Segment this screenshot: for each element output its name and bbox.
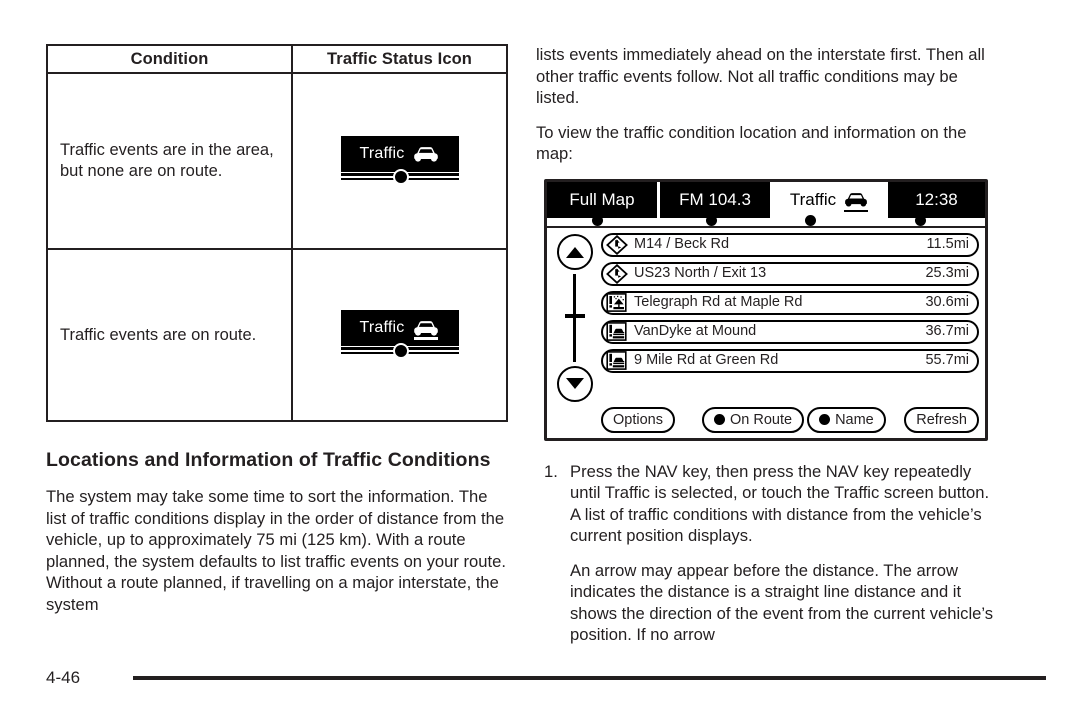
traffic-badge-label: Traffic: [359, 318, 405, 336]
vehicle-position-dot: [392, 342, 409, 359]
right-body-paragraph-1: lists events immediately ahead on the in…: [536, 45, 985, 107]
list-item[interactable]: VanDyke at Mound 36.7mi: [601, 319, 979, 344]
scrollbar-thumb[interactable]: [565, 313, 585, 318]
accident-alert-square-icon: [606, 350, 628, 371]
nav-button-bar: Options On Route Name Refresh: [601, 406, 979, 433]
tab-full-map-label: Full Map: [569, 189, 635, 209]
footer-divider: [133, 676, 1046, 680]
event-distance: 55.7mi: [925, 352, 969, 368]
manual-page: Condition Traffic Status Icon Traffic ev…: [0, 0, 1080, 720]
tab-indicator-dot: [914, 214, 926, 226]
list-scrollbar[interactable]: [555, 233, 595, 402]
tab-indicator-dot: [705, 214, 717, 226]
event-name: M14 / Beck Rd: [634, 237, 730, 252]
tab-fm-radio[interactable]: FM 104.3: [660, 181, 770, 226]
condition-text: Traffic events are in the area, but none…: [46, 72, 293, 250]
weather-alert-square-icon: [606, 292, 628, 313]
tab-indicator-dot: [591, 214, 603, 226]
hazard-diamond-icon: [606, 263, 628, 284]
nav-tab-bar: Full Map FM 104.3 Traffic 12:38: [547, 181, 985, 228]
table-row: Traffic events are in the area, but none…: [46, 72, 508, 250]
refresh-button[interactable]: Refresh: [904, 406, 979, 433]
event-name: VanDyke at Mound: [634, 324, 757, 339]
column-header-traffic-status-icon: Traffic Status Icon: [291, 44, 508, 74]
traffic-status-icon-cell: Traffic: [291, 248, 508, 422]
page-footer: 4-46: [46, 668, 1046, 688]
right-column: lists events immediately ahead on the in…: [536, 44, 996, 646]
step-marker: 1.: [544, 461, 558, 481]
event-distance: 11.5mi: [926, 236, 969, 252]
step-paragraph: An arrow may appear before the distance.…: [570, 560, 994, 645]
condition-text: Traffic events are on route.: [46, 248, 293, 422]
column-header-condition: Condition: [46, 44, 293, 74]
car-icon: [413, 145, 439, 163]
table-row: Traffic events are on route. Traffic: [46, 248, 508, 422]
step-paragraph: Press the NAV key, then press the NAV ke…: [570, 461, 990, 546]
tab-fm-radio-label: FM 104.3: [679, 189, 751, 209]
list-item[interactable]: US23 North / Exit 13 25.3mi: [601, 261, 979, 286]
car-icon: [844, 191, 869, 212]
traffic-event-list: M14 / Beck Rd 11.5mi US23 North / Exit 1…: [601, 232, 979, 378]
nav-list-area: M14 / Beck Rd 11.5mi US23 North / Exit 1…: [547, 230, 985, 438]
list-item[interactable]: M14 / Beck Rd 11.5mi: [601, 232, 979, 257]
traffic-status-icon-cell: Traffic: [291, 72, 508, 250]
left-body-paragraph: The system may take some time to sort th…: [46, 487, 506, 614]
on-route-button-label: On Route: [729, 411, 793, 428]
event-name: US23 North / Exit 13: [634, 266, 767, 281]
traffic-badge-plate: Traffic: [340, 135, 459, 172]
on-route-button[interactable]: On Route: [701, 406, 805, 433]
list-item: 1. Press the NAV key, then press the NAV…: [536, 461, 996, 646]
tab-bar-divider: [547, 225, 985, 228]
tab-indicator-dot: [805, 214, 817, 226]
scroll-down-arrow-icon[interactable]: [557, 365, 593, 402]
page-number: 4-46: [46, 668, 81, 687]
list-item[interactable]: Telegraph Rd at Maple Rd 30.6mi: [601, 290, 979, 315]
on-route-underline-icon: [844, 209, 869, 212]
traffic-status-icon-on-route: Traffic: [340, 309, 459, 359]
table-header-row: Condition Traffic Status Icon: [46, 44, 508, 74]
event-distance: 36.7mi: [925, 323, 969, 339]
scrollbar-track[interactable]: [573, 273, 576, 362]
traffic-badge-label: Traffic: [359, 144, 405, 162]
options-button-label: Options: [613, 411, 663, 428]
tab-traffic[interactable]: Traffic: [773, 181, 885, 226]
car-icon: [413, 319, 439, 340]
traffic-badge-plate: Traffic: [340, 309, 459, 346]
name-button-label: Name: [835, 411, 874, 428]
traffic-status-condition-table: Condition Traffic Status Icon Traffic ev…: [46, 44, 508, 422]
event-distance: 30.6mi: [925, 294, 969, 310]
section-heading: Locations and Information of Traffic Con…: [46, 449, 491, 471]
event-name: Telegraph Rd at Maple Rd: [634, 295, 803, 310]
name-button[interactable]: Name: [807, 406, 886, 433]
right-body-paragraph-2: To view the traffic condition location a…: [536, 122, 967, 164]
tab-traffic-label: Traffic: [789, 189, 837, 209]
numbered-step-list: 1. Press the NAV key, then press the NAV…: [536, 461, 996, 646]
radio-selected-icon: [713, 414, 725, 425]
navigation-screen-illustration: Full Map FM 104.3 Traffic 12:38 M14 / Be…: [544, 178, 988, 441]
accident-alert-square-icon: [606, 321, 628, 342]
tab-clock[interactable]: 12:38: [888, 181, 985, 226]
traffic-status-icon-off-route: Traffic: [340, 135, 459, 185]
options-button[interactable]: Options: [601, 406, 675, 433]
up-triangle-icon: [566, 246, 584, 258]
down-triangle-icon: [566, 377, 584, 389]
hazard-diamond-icon: [606, 234, 628, 255]
tab-full-map[interactable]: Full Map: [547, 181, 657, 226]
refresh-button-label: Refresh: [916, 411, 967, 428]
tab-clock-label: 12:38: [915, 189, 958, 209]
radio-selected-icon: [819, 414, 831, 425]
scroll-up-arrow-icon[interactable]: [557, 233, 593, 270]
left-column: Condition Traffic Status Icon Traffic ev…: [46, 44, 508, 615]
event-distance: 25.3mi: [925, 265, 969, 281]
on-route-underline-icon: [414, 337, 439, 340]
event-name: 9 Mile Rd at Green Rd: [634, 353, 779, 368]
vehicle-position-dot: [392, 168, 409, 185]
list-item[interactable]: 9 Mile Rd at Green Rd 55.7mi: [601, 348, 979, 373]
